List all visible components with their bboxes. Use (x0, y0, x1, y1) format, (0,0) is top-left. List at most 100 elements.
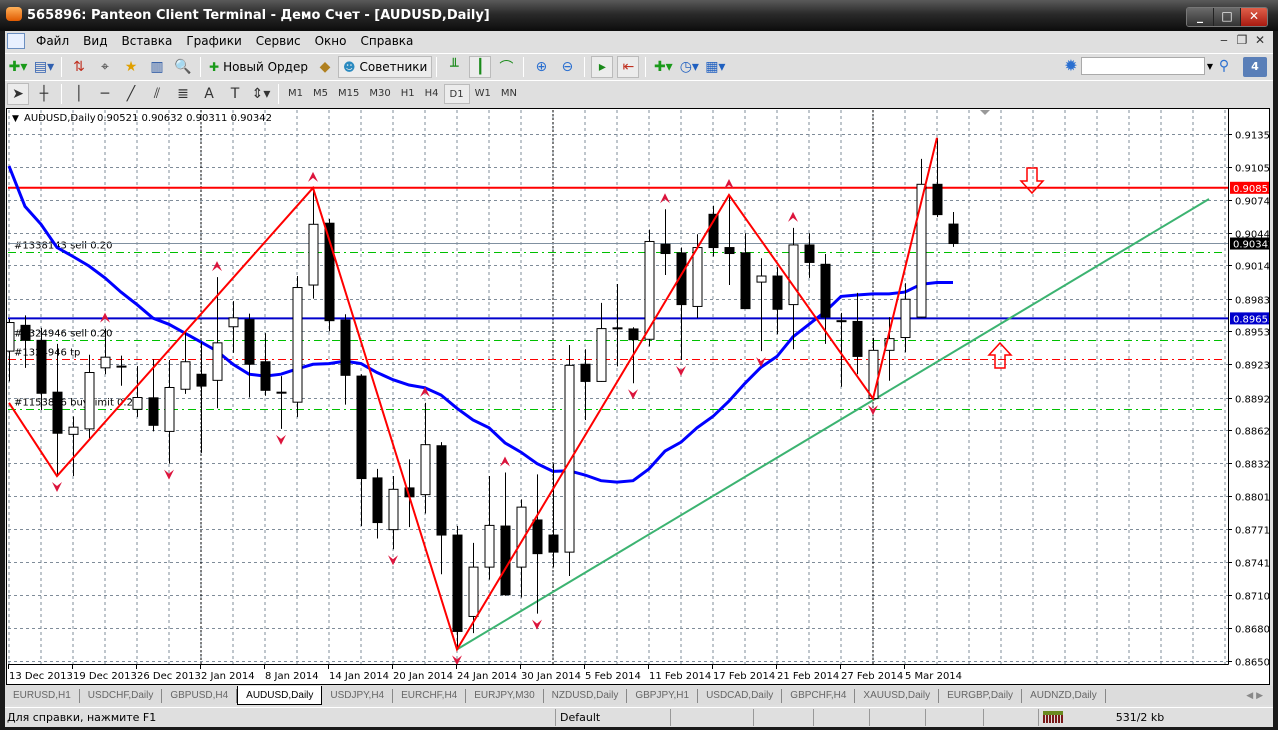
candle-bear[interactable] (148, 397, 159, 426)
search-input[interactable] (1081, 57, 1205, 75)
horizontal-line-icon[interactable]: ─ (94, 83, 116, 105)
periods-icon[interactable]: ◷▾ (678, 56, 700, 78)
chart-shift-icon[interactable]: ⇤ (617, 55, 640, 78)
candle-bear[interactable] (452, 534, 463, 632)
candle-bear[interactable] (356, 375, 367, 480)
chart-tab[interactable]: GBPUSD,H4 (162, 688, 238, 703)
auto-scroll-icon[interactable]: ▸ (591, 55, 614, 78)
candle-bull[interactable] (868, 349, 879, 400)
candle-bull[interactable] (788, 244, 799, 306)
mdi-restore-button[interactable]: ❐ (1233, 32, 1251, 50)
candlestick-chart-icon[interactable]: ┃ (469, 55, 492, 78)
zoom-in-icon[interactable]: ⊕ (530, 56, 552, 78)
candle-bear[interactable] (724, 247, 735, 255)
templates-icon[interactable]: ▦▾ (704, 56, 726, 78)
candle-bear[interactable] (580, 363, 591, 382)
candle-bull[interactable] (308, 223, 319, 286)
navigator-icon[interactable]: ★ (120, 56, 142, 78)
chart-tab[interactable]: AUDUSD,Daily (237, 686, 323, 705)
candle-bear[interactable] (276, 391, 287, 394)
new-order-button[interactable]: ✚ Новый Ордер (205, 56, 312, 78)
menu-charts[interactable]: Графики (179, 34, 248, 48)
candle-bull[interactable] (596, 328, 607, 382)
chart-menu-icon[interactable]: ▼ (12, 114, 19, 124)
mdi-close-button[interactable]: ✕ (1251, 32, 1269, 50)
candle-bull[interactable] (468, 566, 479, 617)
menu-window[interactable]: Окно (308, 34, 354, 48)
chart-tab[interactable]: GBPJPY,H1 (627, 688, 699, 703)
candle-bull[interactable] (564, 364, 575, 553)
candle-bull[interactable] (292, 287, 303, 403)
gear-icon[interactable]: ✹ (1061, 56, 1081, 76)
candle-bear[interactable] (436, 445, 447, 536)
text-label-icon[interactable]: T (224, 83, 246, 105)
chart-tab[interactable]: GBPCHF,H4 (782, 688, 856, 703)
candle-bear[interactable] (548, 534, 559, 553)
candle-bear[interactable] (36, 339, 47, 394)
candle-bear[interactable] (628, 328, 639, 341)
candle-bull[interactable] (6, 322, 15, 352)
experts-button[interactable]: ☻ Советники (337, 55, 433, 78)
candle-bear[interactable] (660, 243, 671, 255)
candle-bear[interactable] (804, 244, 815, 263)
candle-bull[interactable] (692, 247, 703, 307)
candle-bear[interactable] (244, 319, 255, 365)
tab-scroll-arrows-icon[interactable]: ◀ ▶ (1246, 691, 1263, 701)
chart-window-icon[interactable] (7, 33, 25, 49)
candle-bear[interactable] (196, 373, 207, 387)
chart-tab[interactable]: EURCHF,H4 (393, 688, 467, 703)
menu-help[interactable]: Справка (354, 34, 421, 48)
timeframe-h1[interactable]: H1 (396, 84, 420, 104)
chart-tab[interactable]: AUDNZD,Daily (1022, 688, 1106, 703)
timeframe-m30[interactable]: M30 (364, 84, 395, 104)
menu-file[interactable]: Файл (29, 34, 76, 48)
indicators-icon[interactable]: ✚▾ (652, 56, 674, 78)
timeframe-m5[interactable]: M5 (308, 84, 333, 104)
chart-tab[interactable]: USDCHF,Daily (80, 688, 163, 703)
zoom-out-icon[interactable]: ⊖ (556, 56, 578, 78)
candle-bull[interactable] (180, 361, 191, 390)
candle-bear[interactable] (500, 525, 511, 596)
candle-bull[interactable] (68, 426, 79, 435)
timeframe-mn[interactable]: MN (496, 84, 522, 104)
candle-bull[interactable] (212, 342, 223, 381)
search-dropdown-icon[interactable]: ▼ (1205, 62, 1215, 71)
shift-marker-icon[interactable] (980, 110, 990, 115)
timeframe-d1[interactable]: D1 (443, 83, 470, 104)
candle-bull[interactable] (132, 397, 143, 410)
candle-bull[interactable] (388, 488, 399, 531)
new-chart-icon[interactable]: ✚▾ (7, 56, 29, 78)
equidistant-channel-icon[interactable]: ⫽ (146, 83, 168, 105)
candle-bull[interactable] (100, 356, 111, 369)
candle-bull[interactable] (164, 387, 175, 432)
candle-bull[interactable] (484, 524, 495, 568)
metaeditor-icon[interactable]: ◆ (314, 56, 336, 78)
chart-window[interactable]: #1338143 sell 0.20 #1324946 sell 0.20 #132… (6, 108, 1270, 685)
chart-tab[interactable]: NZDUSD,Daily (544, 688, 628, 703)
menu-insert[interactable]: Вставка (114, 34, 179, 48)
bar-chart-icon[interactable]: ╨ (443, 56, 465, 78)
maximize-button[interactable]: □ (1214, 8, 1241, 26)
candle-bull[interactable] (84, 372, 95, 430)
crosshair-tool-icon[interactable]: ┼ (33, 83, 55, 105)
candle-bull[interactable] (420, 444, 431, 496)
cursor-icon[interactable]: ➤ (7, 82, 29, 105)
candle-bear[interactable] (340, 319, 351, 376)
market-watch-icon[interactable]: ⇅ (68, 56, 90, 78)
minimize-button[interactable]: _ (1187, 8, 1214, 26)
candle-bear[interactable] (772, 275, 783, 310)
candle-bear[interactable] (820, 263, 831, 318)
chart-tab[interactable]: XAUUSD,Daily (855, 688, 940, 703)
search-icon[interactable]: ⚲ (1215, 58, 1233, 74)
close-button[interactable]: ✕ (1241, 8, 1267, 26)
candle-bear[interactable] (948, 223, 959, 245)
fibonacci-icon[interactable]: ≣ (172, 83, 194, 105)
candle-bear[interactable] (852, 320, 863, 357)
candle-bull[interactable] (900, 298, 911, 339)
chart-tab[interactable]: EURGBP,Daily (939, 688, 1023, 703)
arrows-icon[interactable]: ⇕▾ (250, 83, 272, 105)
chart-tab[interactable]: EURJPY,M30 (466, 688, 544, 703)
line-chart-icon[interactable]: ⌒ (495, 56, 517, 78)
candle-bear[interactable] (836, 320, 847, 323)
timeframe-h4[interactable]: H4 (420, 84, 444, 104)
